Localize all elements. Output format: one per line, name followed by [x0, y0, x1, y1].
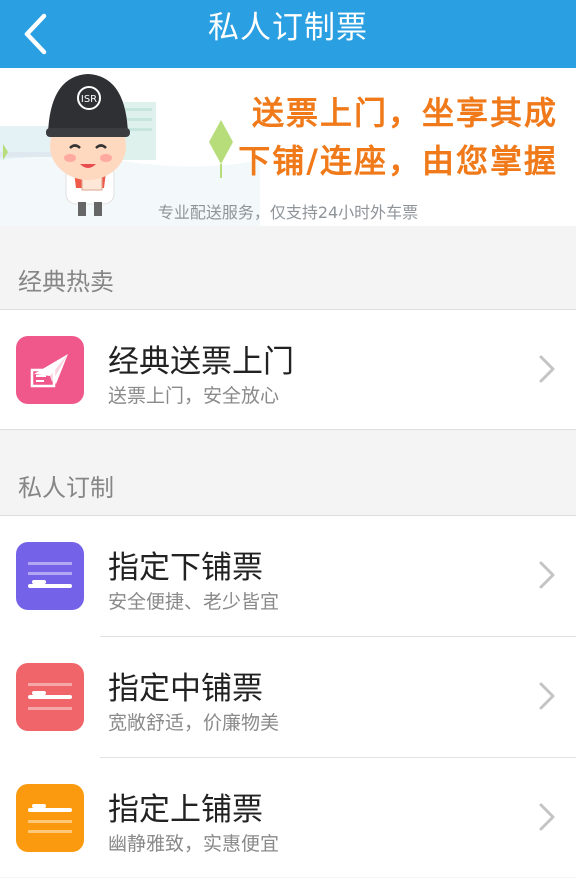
lower-berth-icon: [16, 542, 84, 610]
custom-list: 指定下铺票 安全便捷、老少皆宜 指定中铺票 宽敞舒适，价廉物美 指定上铺票 幽静…: [0, 515, 576, 877]
chevron-right-icon: [539, 803, 555, 831]
top-bar: 私人订制票: [0, 0, 576, 68]
chevron-right-icon: [539, 355, 555, 383]
item-title: 指定中铺票: [108, 671, 263, 707]
section-title-custom: 私人订制: [18, 474, 114, 502]
list-item-upper-berth[interactable]: 指定上铺票 幽静雅致，实惠便宜: [0, 758, 576, 878]
upper-berth-icon: [16, 784, 84, 852]
middle-berth-icon: [16, 663, 84, 731]
banner-slogan-line1: 送票上门，坐享其成: [251, 94, 558, 132]
paper-plane-ticket-icon: [16, 336, 84, 404]
item-title: 指定下铺票: [108, 550, 263, 586]
banner-note: 专业配送服务，仅支持24小时外车票: [157, 203, 419, 222]
chevron-right-icon: [539, 682, 555, 710]
chevron-right-icon: [539, 561, 555, 589]
promo-banner[interactable]: ISR 送票上门，坐享其成 下铺/连座，由您掌握 专业配送服务，仅支持24小时外…: [0, 68, 576, 226]
list-item-lower-berth[interactable]: 指定下铺票 安全便捷、老少皆宜: [0, 516, 576, 636]
mascot-badge-text: ISR: [81, 94, 97, 105]
page-title: 私人订制票: [208, 10, 368, 46]
item-subtitle: 送票上门，安全放心: [108, 385, 280, 407]
list-item-classic-delivery[interactable]: 经典送票上门 送票上门，安全放心: [0, 310, 576, 430]
item-title: 指定上铺票: [108, 792, 263, 828]
section-title-classic: 经典热卖: [18, 268, 114, 296]
item-subtitle: 安全便捷、老少皆宜: [108, 591, 280, 613]
list-item-middle-berth[interactable]: 指定中铺票 宽敞舒适，价廉物美: [0, 637, 576, 757]
item-subtitle: 宽敞舒适，价廉物美: [108, 712, 280, 734]
item-subtitle: 幽静雅致，实惠便宜: [108, 833, 280, 855]
banner-slogan-line2: 下铺/连座，由您掌握: [238, 142, 558, 180]
item-title: 经典送票上门: [108, 344, 294, 380]
classic-list: 经典送票上门 送票上门，安全放心: [0, 309, 576, 430]
